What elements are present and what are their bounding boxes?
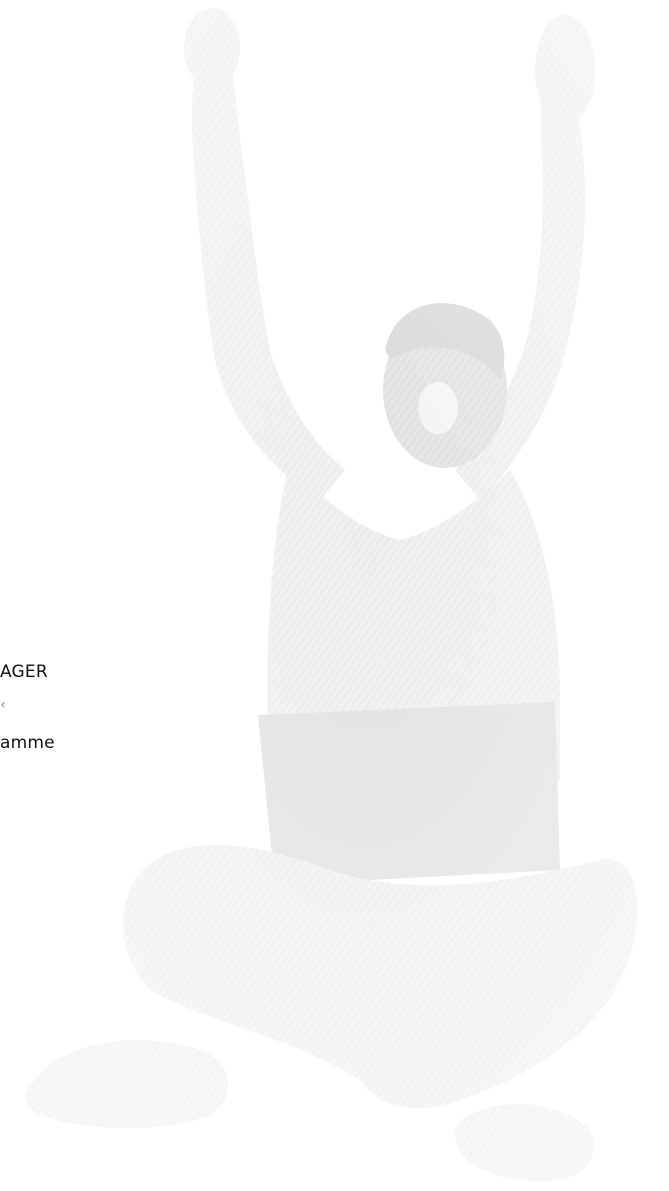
fade-overlay [0, 0, 669, 1191]
hero-text-fragment: amme [0, 733, 55, 753]
hero-subtitle-fragment: ‹ [0, 697, 6, 713]
celebrating-person-with-laptop-icon [0, 0, 669, 1191]
hero-heading-fragment: AGER [0, 662, 48, 682]
page: AGER ‹ amme [0, 0, 669, 1191]
